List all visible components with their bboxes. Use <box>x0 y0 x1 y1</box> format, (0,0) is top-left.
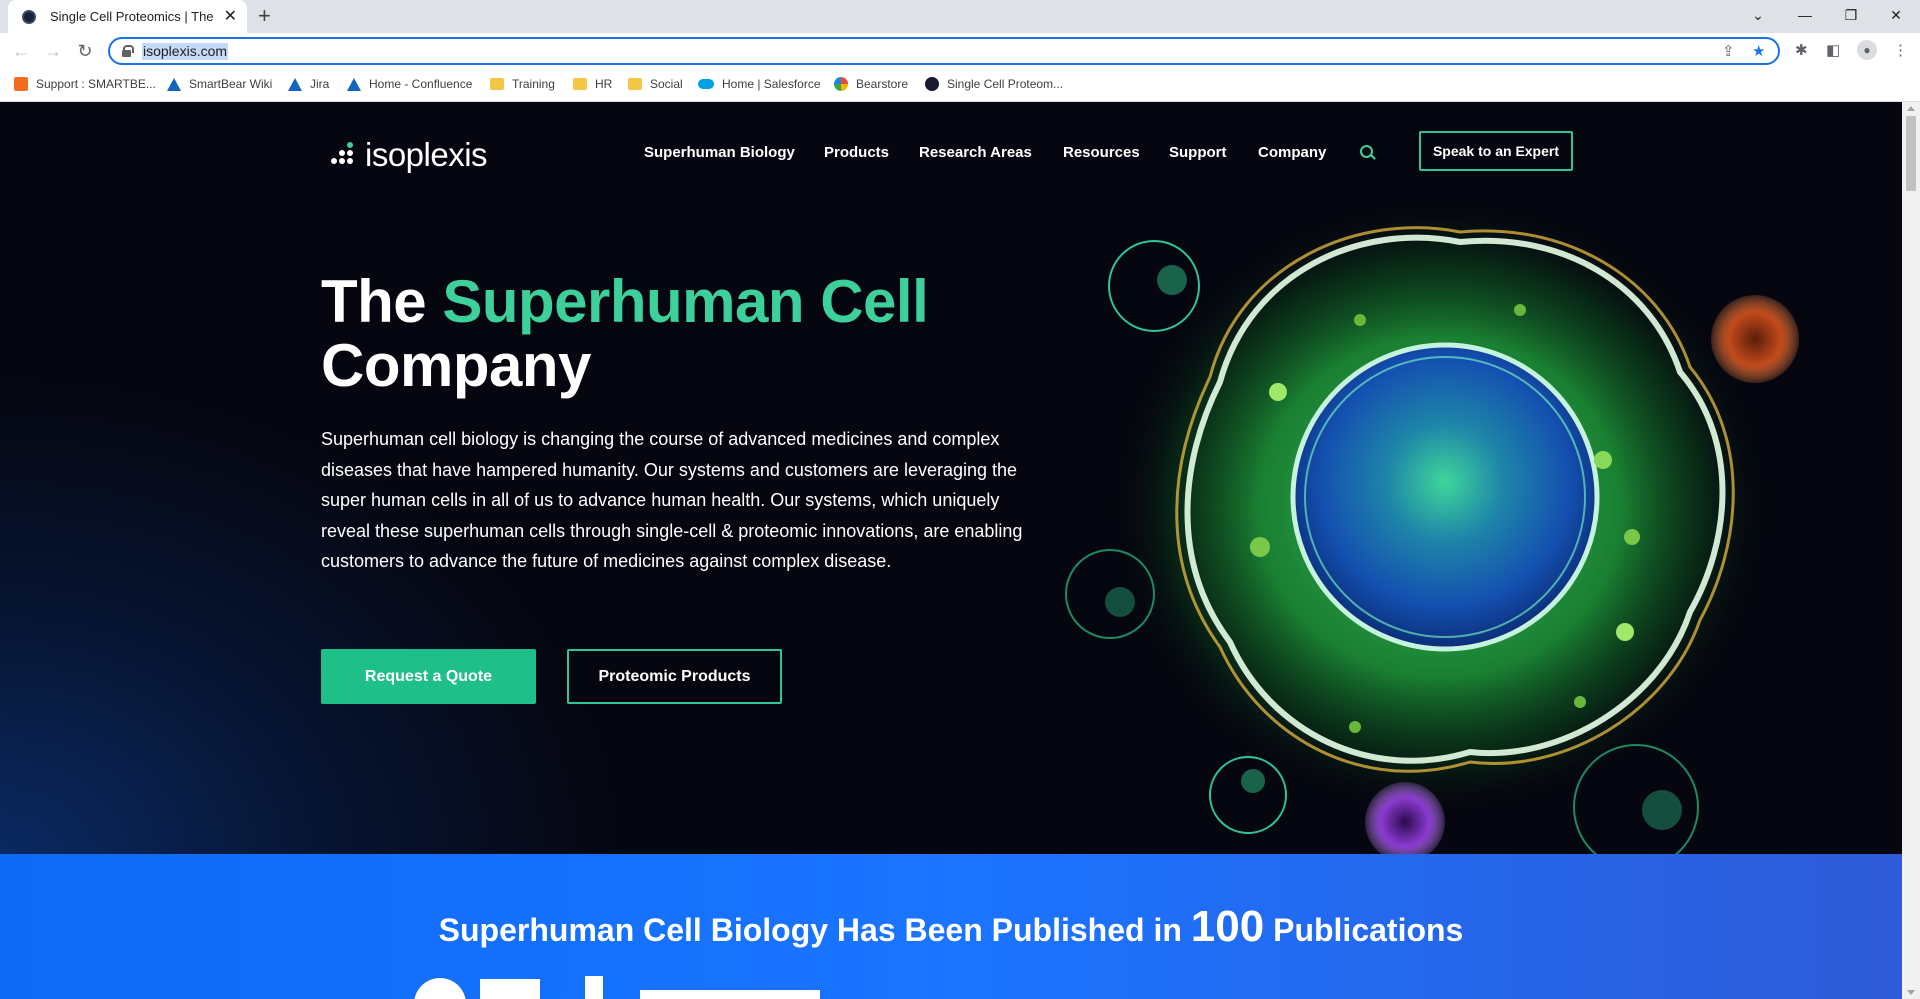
bookmark-folder[interactable]: Training <box>490 77 555 91</box>
organelle <box>1514 304 1526 316</box>
window-close-icon[interactable]: ✕ <box>1874 0 1918 30</box>
url-text[interactable]: isoplexis.com <box>142 43 229 60</box>
organelle <box>1349 721 1361 733</box>
organelle <box>1616 623 1634 641</box>
web-page: isoplexis Superhuman Biology Products Re… <box>0 102 1902 999</box>
floating-bubble-core <box>1241 769 1265 793</box>
folder-icon <box>490 78 504 90</box>
hero-section: isoplexis Superhuman Biology Products Re… <box>0 102 1902 854</box>
bookmark-folder[interactable]: HR <box>573 77 612 91</box>
forward-icon[interactable]: → <box>42 40 64 62</box>
bookmark-item[interactable]: SmartBear Wiki <box>167 77 272 91</box>
bookmark-star-icon[interactable]: ★ <box>1752 42 1765 60</box>
atlassian-icon <box>288 77 302 91</box>
salesforce-icon <box>698 79 714 89</box>
cell-nucleus <box>1295 347 1595 647</box>
organelle <box>1269 383 1287 401</box>
organelle <box>1574 696 1586 708</box>
close-tab-icon[interactable]: ✕ <box>224 8 237 25</box>
folder-icon <box>628 78 642 90</box>
bookmark-item[interactable]: Home - Confluence <box>347 77 472 91</box>
request-quote-button[interactable]: Request a Quote <box>321 649 536 704</box>
floating-bubble-core <box>1642 790 1682 830</box>
scroll-up-icon[interactable] <box>1907 106 1915 111</box>
bookmark-item[interactable]: Support : SMARTBE... <box>14 77 156 91</box>
cell-illustration <box>1065 197 1799 854</box>
floating-bubble <box>1573 744 1699 854</box>
logo-text: isoplexis <box>365 136 488 173</box>
bookmark-folder[interactable]: Social <box>628 77 683 91</box>
publications-band: Superhuman Cell Biology Has Been Publish… <box>0 854 1902 999</box>
organelle <box>1250 537 1270 557</box>
smartbear-icon <box>14 77 28 91</box>
browser-tab[interactable]: Single Cell Proteomics | The Superhuman … <box>8 0 247 33</box>
profile-avatar-icon[interactable]: ● <box>1857 40 1877 60</box>
back-icon[interactable]: ← <box>10 40 32 62</box>
site-favicon-icon <box>22 9 36 24</box>
minimize-icon[interactable]: — <box>1783 0 1827 30</box>
menu-kebab-icon[interactable]: ⋮ <box>1893 41 1908 59</box>
lock-icon[interactable] <box>122 45 134 57</box>
bookmark-item[interactable]: Single Cell Proteom... <box>925 77 1063 91</box>
bookmark-item[interactable]: Bearstore <box>834 77 908 91</box>
atlassian-icon <box>347 77 361 91</box>
nav-products[interactable]: Products <box>824 144 889 161</box>
share-icon[interactable]: ⇪ <box>1722 42 1735 60</box>
folder-icon <box>573 78 587 90</box>
society-seal-icon <box>414 978 466 999</box>
browser-toolbar: ← → ↻ isoplexis.com ⇪ ★ ✱ ◧ ● ⋮ <box>0 33 1920 69</box>
journal-logo-icon <box>585 976 603 999</box>
restore-icon[interactable]: ❐ <box>1829 0 1873 30</box>
scroll-down-icon[interactable] <box>1907 990 1915 995</box>
bookmark-item[interactable]: Home | Salesforce <box>698 77 821 91</box>
floating-bubble <box>1209 756 1287 834</box>
tab-title: Single Cell Proteomics | The Superhuman … <box>50 9 218 24</box>
organelle <box>1624 529 1640 545</box>
bookmarks-bar: Support : SMARTBE... SmartBear Wiki Jira… <box>0 69 1920 102</box>
extensions-icon[interactable]: ✱ <box>1795 41 1808 59</box>
browser-tab-strip: Single Cell Proteomics | The Superhuman … <box>0 0 1920 33</box>
scroll-thumb[interactable] <box>1906 116 1916 191</box>
organelle <box>1594 451 1612 469</box>
journal-logo-icon <box>640 990 820 999</box>
journal-logo-icon <box>480 979 540 999</box>
isoplexis-icon <box>925 77 939 91</box>
reload-icon[interactable]: ↻ <box>74 40 96 62</box>
site-logo[interactable]: isoplexis <box>331 136 488 174</box>
orange-cell <box>1711 295 1799 383</box>
nav-research-areas[interactable]: Research Areas <box>919 144 1032 161</box>
new-tab-icon[interactable]: + <box>258 4 271 28</box>
page-scrollbar[interactable] <box>1902 102 1920 999</box>
address-bar[interactable]: isoplexis.com ⇪ ★ <box>108 37 1780 65</box>
bookmark-item[interactable]: Jira <box>288 77 329 91</box>
organelle <box>1354 314 1366 326</box>
atlassian-icon <box>167 77 181 91</box>
nav-superhuman-biology[interactable]: Superhuman Biology <box>644 144 795 161</box>
hero-heading: The Superhuman Cell Company <box>321 268 929 399</box>
side-panel-icon[interactable]: ◧ <box>1826 41 1840 59</box>
publication-count: 100 <box>1190 902 1265 951</box>
floating-bubble-core <box>1157 265 1187 295</box>
publications-heading: Superhuman Cell Biology Has Been Publish… <box>438 902 1464 951</box>
hero-description: Superhuman cell biology is changing the … <box>321 429 1023 571</box>
floating-bubble-core <box>1105 587 1135 617</box>
logo-dots-icon <box>331 140 361 170</box>
proteomic-products-button[interactable]: Proteomic Products <box>567 649 782 704</box>
journal-logos-strip <box>414 976 820 999</box>
bearstore-icon <box>834 77 848 91</box>
tab-search-icon[interactable]: ⌄ <box>1736 0 1780 30</box>
